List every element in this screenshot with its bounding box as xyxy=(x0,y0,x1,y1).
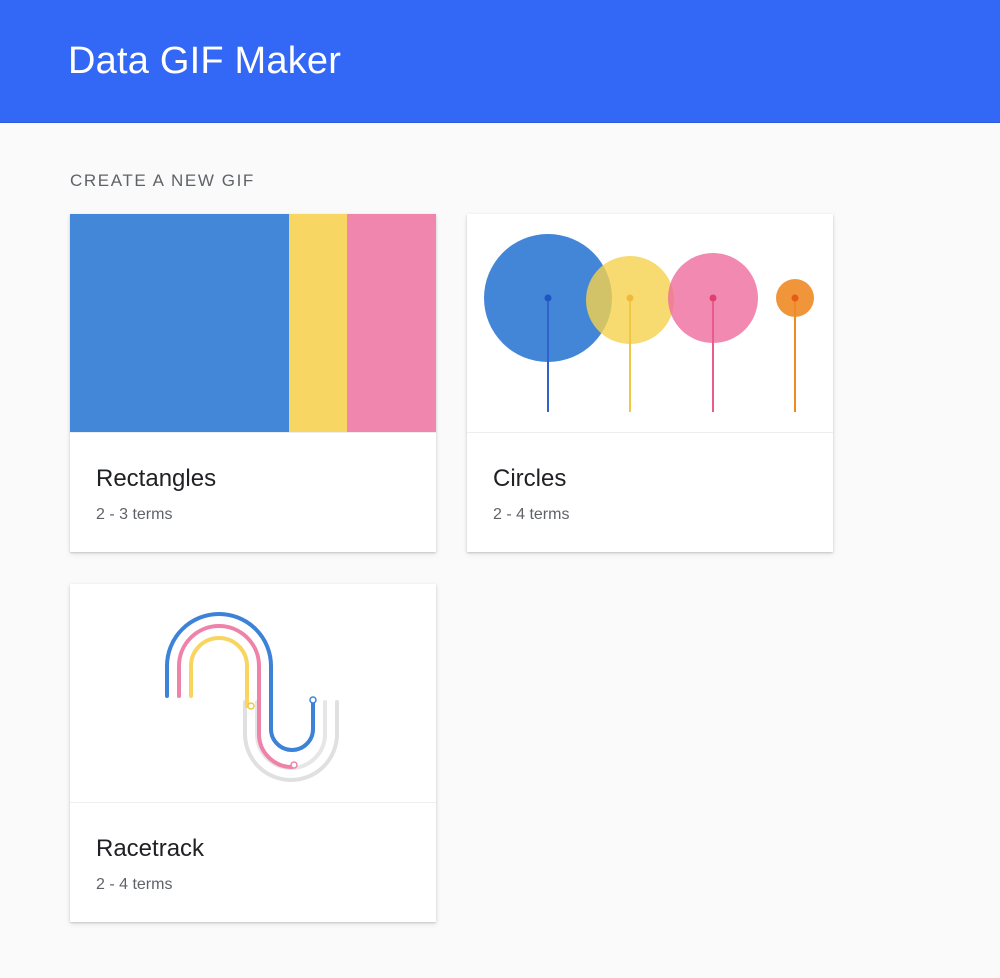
racetrack-thumbnail xyxy=(70,584,436,803)
marker-pink xyxy=(290,761,298,769)
track-blue xyxy=(165,612,315,752)
circle-dot-blue xyxy=(544,294,552,302)
rect-yellow xyxy=(289,214,347,432)
card-subtitle: 2 - 4 terms xyxy=(96,876,173,893)
card-title: Racetrack xyxy=(96,835,205,862)
circle-dot-pink xyxy=(709,294,717,302)
card-subtitle: 2 - 4 terms xyxy=(493,506,570,523)
app-header: Data GIF Maker xyxy=(0,0,1000,123)
rect-blue xyxy=(70,214,289,432)
marker-yellow xyxy=(247,702,255,710)
circle-dot-orange xyxy=(791,294,799,302)
card-title: Rectangles xyxy=(96,465,217,492)
circle-dot-yellow xyxy=(626,294,634,302)
card-title: Circles xyxy=(493,465,567,492)
card-subtitle: 2 - 3 terms xyxy=(96,506,173,523)
circles-thumbnail xyxy=(467,214,833,433)
marker-blue xyxy=(309,696,317,704)
app-title: Data GIF Maker xyxy=(68,40,342,82)
rectangles-thumbnail xyxy=(70,214,436,433)
section-heading: CREATE A NEW GIF xyxy=(70,171,255,190)
card-racetrack[interactable]: Racetrack 2 - 4 terms xyxy=(70,584,436,922)
card-circles[interactable]: Circles 2 - 4 terms xyxy=(467,214,833,552)
track-yellow xyxy=(189,636,249,708)
card-rectangles[interactable]: Rectangles 2 - 3 terms xyxy=(70,214,436,552)
rect-pink xyxy=(347,214,436,432)
